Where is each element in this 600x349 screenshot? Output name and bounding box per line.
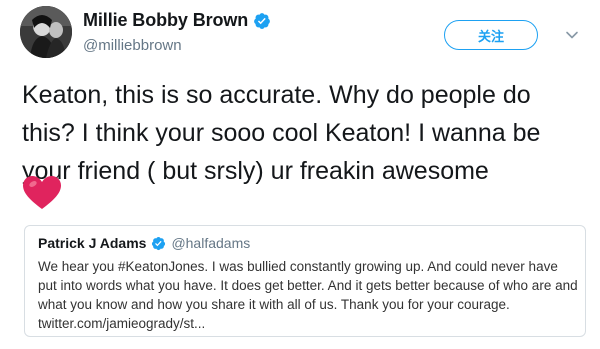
- verified-badge-icon: [254, 12, 271, 29]
- avatar-photo: [20, 6, 72, 58]
- quoted-author-handle[interactable]: @halfadams: [171, 235, 250, 251]
- follow-button[interactable]: 关注: [444, 20, 538, 50]
- quoted-author-name[interactable]: Patrick J Adams: [38, 235, 146, 251]
- tweet-text: Keaton, this is so accurate. Why do peop…: [22, 81, 541, 185]
- verified-badge-icon: [152, 236, 166, 250]
- quoted-tweet-text: We hear you #KeatonJones. I was bullied …: [38, 259, 578, 331]
- quoted-tweet-header: Patrick J Adams @halfadams: [38, 235, 250, 251]
- author-display-name[interactable]: Millie Bobby Brown: [83, 10, 248, 31]
- follow-button-label: 关注: [477, 28, 504, 44]
- chevron-down-icon[interactable]: [565, 28, 579, 42]
- quoted-tweet[interactable]: Patrick J Adams @halfadams We hear you #…: [24, 225, 586, 337]
- author-name-row: Millie Bobby Brown: [83, 10, 271, 31]
- author-avatar[interactable]: [20, 6, 72, 58]
- author-handle[interactable]: @milliebbrown: [83, 37, 182, 54]
- red-heart-icon: [23, 176, 61, 209]
- tweet-card: Millie Bobby Brown @milliebbrown 关注 Keat…: [0, 0, 600, 349]
